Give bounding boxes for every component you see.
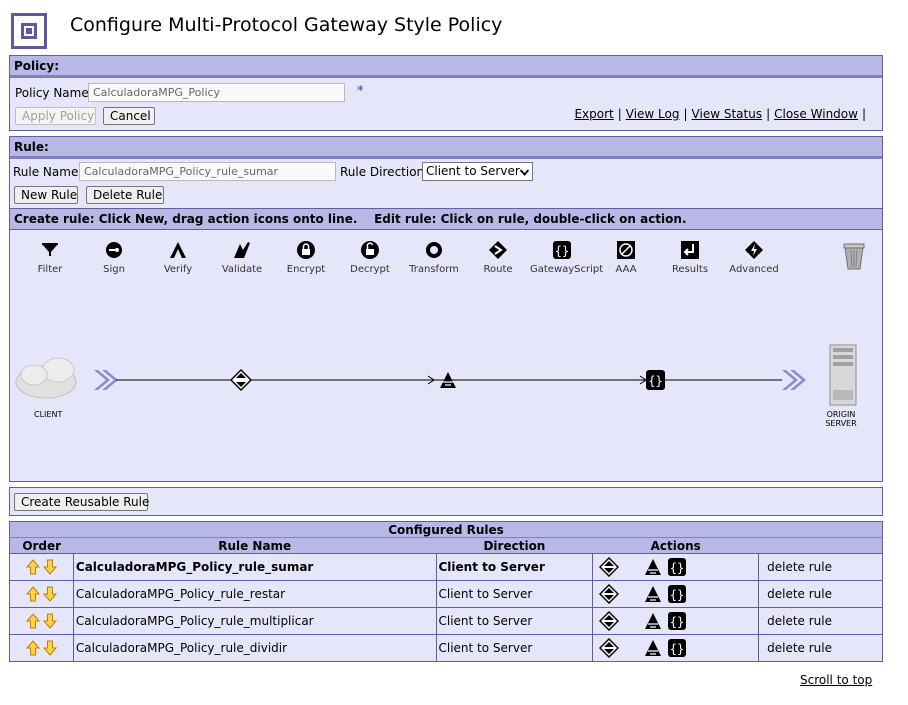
double-chevron-icon <box>782 370 806 390</box>
view-status-link[interactable]: View Status <box>692 107 763 121</box>
origin-server-icon <box>829 344 857 406</box>
gatewayscript-action-icon[interactable]: {} <box>667 638 687 658</box>
match-action-icon[interactable] <box>599 638 620 658</box>
svg-text:{}: {} <box>670 642 684 656</box>
col-actions: Actions <box>592 537 759 554</box>
rule-canvas[interactable]: Filter Sign Verify Validate Encrypt Decr… <box>10 229 882 481</box>
rule-pipeline: {} <box>15 344 857 406</box>
rule-name-label: Rule Name: <box>13 165 83 179</box>
svg-text:{}: {} <box>670 588 684 602</box>
cancel-button[interactable]: Cancel <box>103 107 155 125</box>
svg-text:{}: {} <box>670 561 684 575</box>
actions-cell: {} <box>592 607 760 635</box>
move-down-icon[interactable] <box>43 559 58 575</box>
rule-instructions: Create rule: Click New, drag action icon… <box>10 208 882 230</box>
rule-header: Rule: <box>10 137 882 159</box>
close-window-link[interactable]: Close Window <box>774 107 858 121</box>
match-action-icon[interactable] <box>599 611 620 631</box>
client-label: CLIENT <box>34 410 63 419</box>
export-link[interactable]: Export <box>574 107 613 121</box>
match-action-icon[interactable] <box>599 584 620 604</box>
rule-name-cell[interactable]: CalculadoraMPG_Policy_rule_restar <box>72 580 437 608</box>
gatewayscript-node-icon: {} <box>646 370 665 390</box>
rule-name-cell[interactable]: CalculadoraMPG_Policy_rule_dividir <box>72 634 437 662</box>
move-up-icon[interactable] <box>25 613 40 629</box>
view-log-link[interactable]: View Log <box>626 107 680 121</box>
validate-action-icon[interactable] <box>643 638 663 658</box>
policy-section: Policy: Policy Name: CalculadoraMPG_Poli… <box>9 55 883 131</box>
page-title: Configure Multi-Protocol Gateway Style P… <box>70 14 503 36</box>
svg-text:{}: {} <box>648 374 662 388</box>
origin-server-label: ORIGIN SERVER <box>825 410 857 428</box>
policy-name-label: Policy Name: <box>15 86 93 100</box>
order-cell <box>9 634 74 662</box>
table-row[interactable]: CalculadoraMPG_Policy_rule_restar Client … <box>9 580 883 608</box>
configured-rules-caption: Configured Rules <box>9 521 883 538</box>
configured-rules-table: Configured Rules Order Rule Name Directi… <box>9 521 883 662</box>
move-down-icon[interactable] <box>43 586 58 602</box>
delete-rule-link[interactable]: delete rule <box>758 634 883 662</box>
move-up-icon[interactable] <box>25 559 40 575</box>
rule-name-field[interactable]: CalculadoraMPG_Policy_rule_sumar <box>79 162 336 181</box>
move-down-icon[interactable] <box>43 613 58 629</box>
move-down-icon[interactable] <box>43 640 58 656</box>
move-up-icon[interactable] <box>25 586 40 602</box>
delete-rule-link[interactable]: delete rule <box>758 580 883 608</box>
validate-action-icon[interactable] <box>643 611 663 631</box>
match-node-icon <box>229 368 253 392</box>
match-action-icon[interactable] <box>599 557 620 577</box>
reusable-section: Create Reusable Rule <box>9 487 883 516</box>
double-chevron-icon <box>94 370 118 390</box>
policy-links: Export | View Log | View Status | Close Window… <box>574 107 866 121</box>
gatewayscript-action-icon[interactable]: {} <box>667 557 687 577</box>
rules-body: CalculadoraMPG_Policy_rule_sumar Client t… <box>9 553 883 662</box>
direction-cell: Client to Server <box>435 553 594 581</box>
table-row[interactable]: CalculadoraMPG_Policy_rule_sumar Client t… <box>9 553 883 581</box>
col-order: Order <box>9 537 74 554</box>
order-cell <box>9 580 74 608</box>
delete-rule-link[interactable]: delete rule <box>758 553 883 581</box>
move-up-icon[interactable] <box>25 640 40 656</box>
direction-cell: Client to Server <box>435 607 594 635</box>
delete-rule-button[interactable]: Delete Rule <box>86 186 164 204</box>
apply-policy-button[interactable]: Apply Policy <box>15 107 96 125</box>
required-mark: * <box>357 84 364 99</box>
gatewayscript-action-icon[interactable]: {} <box>667 584 687 604</box>
rule-direction-select[interactable]: Client to Server <box>422 162 533 181</box>
validate-action-icon[interactable] <box>643 584 663 604</box>
rule-direction-value: Client to Server <box>426 164 520 178</box>
col-direction: Direction <box>436 537 593 554</box>
app-logo-icon <box>11 13 47 49</box>
new-rule-button[interactable]: New Rule <box>14 186 78 204</box>
order-cell <box>9 553 74 581</box>
svg-text:{}: {} <box>670 615 684 629</box>
direction-cell: Client to Server <box>435 580 594 608</box>
delete-rule-link[interactable]: delete rule <box>758 607 883 635</box>
actions-cell: {} <box>592 634 760 662</box>
policy-name-field[interactable]: CalculadoraMPG_Policy <box>88 83 345 102</box>
rule-name-cell[interactable]: CalculadoraMPG_Policy_rule_multiplicar <box>72 607 437 635</box>
direction-cell: Client to Server <box>435 634 594 662</box>
rule-section: Rule: Rule Name: CalculadoraMPG_Policy_r… <box>9 136 883 482</box>
col-rule-name: Rule Name <box>73 537 436 554</box>
col-delete <box>758 537 883 554</box>
rule-name-cell[interactable]: CalculadoraMPG_Policy_rule_sumar <box>72 553 437 581</box>
policy-header: Policy: <box>10 56 882 78</box>
rule-direction-label: Rule Direction: <box>340 165 429 179</box>
create-reusable-rule-button[interactable]: Create Reusable Rule <box>14 493 149 511</box>
gatewayscript-action-icon[interactable]: {} <box>667 611 687 631</box>
table-row[interactable]: CalculadoraMPG_Policy_rule_multiplicar Cl… <box>9 607 883 635</box>
client-cloud-icon <box>15 357 77 399</box>
order-cell <box>9 607 74 635</box>
validate-action-icon[interactable] <box>643 557 663 577</box>
scroll-to-top-link[interactable]: Scroll to top <box>800 673 872 687</box>
table-row[interactable]: CalculadoraMPG_Policy_rule_dividir Client… <box>9 634 883 662</box>
actions-cell: {} <box>592 553 760 581</box>
actions-cell: {} <box>592 580 760 608</box>
chevron-down-icon <box>520 169 529 176</box>
